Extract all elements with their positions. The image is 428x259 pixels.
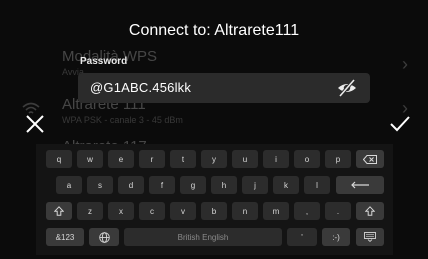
key-a[interactable]: a — [56, 176, 82, 194]
key-u[interactable]: u — [232, 150, 258, 168]
language-button[interactable] — [89, 228, 119, 246]
space-bar[interactable]: British English — [124, 228, 282, 246]
toggle-password-visibility-button[interactable] — [336, 78, 358, 98]
key-c[interactable]: c — [139, 202, 165, 220]
key-y[interactable]: y — [201, 150, 227, 168]
globe-icon — [98, 231, 110, 243]
key-g[interactable]: g — [180, 176, 206, 194]
backspace-button[interactable] — [356, 150, 384, 168]
emoticon-key[interactable]: :-) — [322, 228, 350, 246]
key-z[interactable]: z — [77, 202, 103, 220]
symbols-key[interactable]: &123 — [46, 228, 84, 246]
chevron-right-icon: › — [402, 54, 408, 74]
key-i[interactable]: i — [263, 150, 289, 168]
checkmark-icon — [390, 116, 410, 132]
key-e[interactable]: e — [108, 150, 134, 168]
shift-left-button[interactable] — [46, 202, 72, 220]
key-period[interactable]: . — [325, 202, 351, 220]
on-screen-keyboard: q w e r t y u i o p a s d f g h j k l z … — [36, 144, 393, 255]
enter-icon — [351, 181, 369, 189]
backspace-icon — [363, 154, 377, 164]
close-icon — [26, 115, 44, 133]
network-detail: WPA PSK - canale 3 - 45 dBm — [62, 115, 183, 125]
hide-keyboard-button[interactable] — [356, 228, 384, 246]
key-h[interactable]: h — [211, 176, 237, 194]
key-o[interactable]: o — [294, 150, 320, 168]
key-x[interactable]: x — [108, 202, 134, 220]
confirm-button[interactable] — [388, 113, 412, 135]
key-p[interactable]: p — [325, 150, 351, 168]
key-j[interactable]: j — [242, 176, 268, 194]
key-f[interactable]: f — [149, 176, 175, 194]
key-k[interactable]: k — [273, 176, 299, 194]
shift-icon — [365, 206, 375, 216]
enter-button[interactable] — [336, 176, 384, 194]
shift-right-button[interactable] — [356, 202, 384, 220]
shift-icon — [54, 206, 64, 216]
key-r[interactable]: r — [139, 150, 165, 168]
dialog-title: Connect to: Altrarete111 — [128, 22, 300, 39]
key-q[interactable]: q — [46, 150, 72, 168]
key-apostrophe[interactable]: ' — [287, 228, 317, 246]
key-t[interactable]: t — [170, 150, 196, 168]
key-l[interactable]: l — [304, 176, 330, 194]
key-s[interactable]: s — [87, 176, 113, 194]
key-b[interactable]: b — [201, 202, 227, 220]
password-label: Password — [80, 56, 128, 67]
password-value: @G1ABC.456lkk — [90, 80, 192, 95]
key-comma[interactable]: , — [294, 202, 320, 220]
key-m[interactable]: m — [263, 202, 289, 220]
password-field[interactable]: @G1ABC.456lkk — [78, 73, 370, 103]
close-button[interactable] — [24, 113, 46, 135]
key-v[interactable]: v — [170, 202, 196, 220]
eye-off-icon — [338, 78, 356, 98]
hide-keyboard-icon — [364, 232, 376, 242]
key-w[interactable]: w — [77, 150, 103, 168]
key-d[interactable]: d — [118, 176, 144, 194]
key-n[interactable]: n — [232, 202, 258, 220]
